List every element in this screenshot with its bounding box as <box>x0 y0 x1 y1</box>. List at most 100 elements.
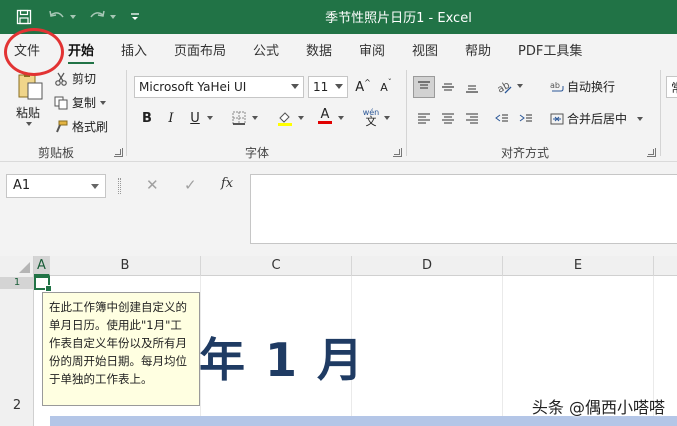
worksheet-grid[interactable]: A B C D E 1 2 年 1 月 在此工作簿中创建自定义的单月日历。使用此… <box>0 256 677 426</box>
decrease-indent-icon[interactable] <box>491 107 513 129</box>
underline-dropdown-icon[interactable] <box>207 116 213 120</box>
wrap-text-label: 自动换行 <box>567 80 616 94</box>
tab-help[interactable]: 帮助 <box>465 40 491 59</box>
phonetic-dropdown-icon[interactable] <box>384 116 390 120</box>
chevron-down-icon <box>91 184 99 189</box>
increase-indent-icon[interactable] <box>515 107 537 129</box>
font-name-select[interactable]: Microsoft YaHei UI <box>134 76 304 98</box>
underline-button[interactable]: U <box>184 107 206 129</box>
font-size-value: 11 <box>313 80 329 94</box>
chevron-down-icon <box>335 84 343 89</box>
svg-text:ab: ab <box>550 81 560 90</box>
number-format-value: 常 <box>671 79 677 96</box>
column-header-a[interactable]: A <box>34 256 50 276</box>
column-headers: A B C D E <box>0 256 677 276</box>
alignment-group-label: 对齐方式 <box>501 146 550 160</box>
tab-review[interactable]: 审阅 <box>359 40 385 59</box>
window-title: 季节性照片日历1 - Excel <box>325 11 472 26</box>
tab-data[interactable]: 数据 <box>306 40 332 59</box>
row-header-1[interactable]: 1 <box>0 277 34 289</box>
format-painter-button[interactable]: 格式刷 <box>54 118 108 135</box>
italic-button[interactable]: I <box>160 107 182 129</box>
scissors-icon <box>54 72 68 86</box>
active-cell-a1[interactable] <box>34 276 52 292</box>
orientation-icon[interactable]: ab <box>493 76 515 98</box>
column-header-c[interactable]: C <box>201 256 352 276</box>
font-group-label: 字体 <box>245 146 270 160</box>
font-color-icon[interactable]: A <box>314 105 336 127</box>
clipboard-launcher-icon[interactable] <box>114 148 123 157</box>
bold-button[interactable]: B <box>136 107 158 129</box>
row-header-2[interactable]: 2 <box>0 396 34 416</box>
decrease-font-size-icon[interactable]: Aˇ <box>375 76 397 98</box>
column-header-b[interactable]: B <box>50 256 201 276</box>
group-divider <box>126 70 127 156</box>
align-top-icon[interactable] <box>413 76 435 98</box>
group-divider <box>406 70 407 156</box>
cancel-icon[interactable]: ✕ <box>146 176 159 194</box>
chevron-down-icon <box>291 84 299 89</box>
tab-insert[interactable]: 插入 <box>121 40 147 59</box>
cut-button[interactable]: 剪切 <box>54 70 96 87</box>
tab-view[interactable]: 视图 <box>412 40 438 59</box>
tab-file[interactable]: 文件 <box>14 40 40 59</box>
cell-comment-tooltip: 在此工作簿中创建自定义的单月日历。使用此"1月"工作表自定义年份以及所有月份的周… <box>42 292 200 406</box>
formula-bar: A1 ✕ ✓ fx <box>0 162 677 256</box>
svg-text:ab: ab <box>496 80 512 95</box>
cut-label: 剪切 <box>72 72 97 86</box>
phonetic-guide-icon[interactable]: wén 文 <box>360 106 382 128</box>
font-color-dropdown-icon[interactable] <box>338 116 344 120</box>
ribbon: 粘贴 剪切 复制 格式刷 剪贴板 Microsoft YaHei UI 11 A… <box>0 64 677 162</box>
title-bar: 季节性照片日历1 - Excel <box>0 0 677 34</box>
gridline <box>502 276 503 426</box>
copy-dropdown-icon[interactable] <box>100 100 107 105</box>
alignment-launcher-icon[interactable] <box>647 148 656 157</box>
name-box-value: A1 <box>13 178 31 193</box>
tab-home[interactable]: 开始 <box>68 40 95 65</box>
clipboard-group-label: 剪贴板 <box>38 146 75 160</box>
align-bottom-icon[interactable] <box>461 76 483 98</box>
insert-function-icon[interactable]: fx <box>221 176 233 191</box>
formula-input[interactable] <box>250 174 677 244</box>
align-left-icon[interactable] <box>413 107 435 129</box>
ribbon-tabs: 文件 开始 插入 页面布局 公式 数据 审阅 视图 帮助 PDF工具集 <box>0 34 677 65</box>
font-size-select[interactable]: 11 <box>308 76 348 98</box>
wrap-text-icon: ab <box>550 80 564 94</box>
column-header-f[interactable] <box>654 256 677 276</box>
copy-label: 复制 <box>72 96 97 110</box>
format-painter-label: 格式刷 <box>72 120 109 134</box>
fill-color-icon[interactable] <box>274 107 296 129</box>
tab-formulas[interactable]: 公式 <box>253 40 279 59</box>
select-all-button[interactable] <box>0 256 34 276</box>
row-headers: 1 2 <box>0 276 34 426</box>
number-format-select[interactable]: 常 <box>666 76 677 98</box>
copy-icon <box>54 96 68 110</box>
merge-center-button[interactable]: 合并后居中 <box>550 110 644 127</box>
font-launcher-icon[interactable] <box>393 148 402 157</box>
calendar-heading: 年 1 月 <box>199 333 366 387</box>
tab-page-layout[interactable]: 页面布局 <box>174 40 226 59</box>
align-right-icon[interactable] <box>461 107 483 129</box>
align-middle-icon[interactable] <box>437 76 459 98</box>
merge-dropdown-icon[interactable] <box>637 116 644 121</box>
paste-dropdown-icon[interactable] <box>26 122 32 126</box>
copy-button[interactable]: 复制 <box>54 94 107 111</box>
name-box[interactable]: A1 <box>6 174 106 198</box>
column-header-d[interactable]: D <box>352 256 503 276</box>
column-header-e[interactable]: E <box>503 256 654 276</box>
tab-pdf-tools[interactable]: PDF工具集 <box>518 40 582 59</box>
fill-color-dropdown-icon[interactable] <box>298 116 304 120</box>
enter-icon[interactable]: ✓ <box>184 176 197 194</box>
font-name-value: Microsoft YaHei UI <box>139 80 247 94</box>
orientation-dropdown-icon[interactable] <box>517 84 523 88</box>
paste-label[interactable]: 粘贴 <box>16 104 40 121</box>
watermark-text: 头条 @偶西小嗒嗒 <box>531 398 665 417</box>
wrap-text-button[interactable]: ab 自动换行 <box>550 78 615 95</box>
borders-icon[interactable] <box>228 107 250 129</box>
group-divider <box>660 70 661 156</box>
splitter-handle[interactable] <box>118 178 121 194</box>
align-center-icon[interactable] <box>437 107 459 129</box>
increase-font-size-icon[interactable]: A ^ <box>352 76 374 98</box>
paste-icon[interactable] <box>12 70 48 102</box>
borders-dropdown-icon[interactable] <box>252 116 258 120</box>
